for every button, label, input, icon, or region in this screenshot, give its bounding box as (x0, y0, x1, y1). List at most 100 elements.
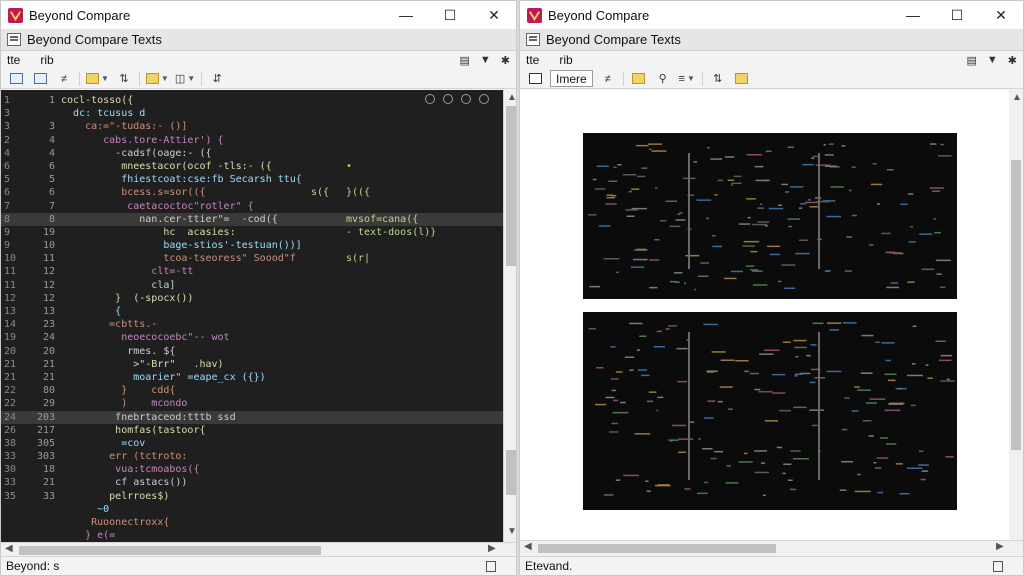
close-icon[interactable]: ✕ (472, 1, 516, 29)
merge-icon[interactable]: ⇵ (208, 71, 226, 87)
thumbnail-mark (726, 465, 731, 467)
code-line[interactable]: 21 21 >"-Brr" .hav) (1, 358, 503, 371)
line-number-left: 14 (4, 319, 17, 331)
chevron-down-icon[interactable]: ▼ (987, 54, 998, 67)
code-line[interactable]: 8 8 nan.cer-ttier"= -cod({ (1, 212, 503, 226)
code-line[interactable]: 3 dc: tcusus d (1, 107, 503, 120)
pin-icon[interactable]: ✱ (501, 54, 510, 67)
code-line[interactable]: 3 3 ca:="-tudas:- ()] (1, 120, 503, 133)
open-folder-icon[interactable] (733, 71, 751, 87)
code-line[interactable]: 2 4 cabs.tore-Attier') { (1, 134, 503, 147)
line-number-right: 8 (48, 213, 55, 225)
code-line[interactable]: ~0 (1, 503, 503, 516)
thumbnail-mark (763, 494, 766, 496)
compare-icon[interactable]: ≠ (599, 71, 617, 87)
search-icon[interactable]: ⚲ (654, 71, 672, 87)
folder-icon[interactable]: ▼ (86, 71, 109, 87)
code-line[interactable]: 14 23 =cbtts.- (1, 318, 503, 331)
code-line[interactable]: 11 12 clt=-tt (1, 265, 503, 278)
vertical-scrollbar[interactable]: ▲ ▼ (503, 90, 516, 542)
picture-viewer[interactable] (520, 90, 1009, 540)
code-line[interactable]: 5 5 fhiestcoat:cse:fb Secarsh ttu{ (1, 173, 503, 186)
folder-icon[interactable] (630, 71, 648, 87)
minimize-icon[interactable]: — (384, 1, 428, 29)
code-line[interactable]: 33 303 err (tctroto: (1, 450, 503, 463)
horizontal-scrollbar[interactable]: ◀ ▶ (520, 540, 1023, 555)
thumbnail-mark (589, 285, 600, 288)
pin-icon[interactable]: ✱ (1008, 54, 1017, 67)
link-icon[interactable] (425, 94, 435, 104)
maximize-icon[interactable]: ☐ (935, 1, 979, 29)
code-line[interactable]: } e(= (1, 529, 503, 542)
compare-icon[interactable]: ≠ (55, 71, 73, 87)
menu-item-edit[interactable]: rib (559, 53, 572, 67)
refresh-icon[interactable] (443, 94, 453, 104)
code-editor[interactable]: 1 1 cocl-tosso({3 dc: tcusus d33 ca:="-tud… (1, 90, 503, 542)
code-line[interactable]: 22 29 ) mcondo (1, 397, 503, 410)
thumbnail-mark (725, 482, 739, 484)
scroll-down-icon[interactable]: ▼ (507, 526, 516, 537)
code-line[interactable]: 10 11 tcoa-tseoress" Soood"f (1, 252, 503, 265)
scroll-left-icon[interactable]: ◀ (524, 541, 532, 552)
code-line[interactable]: 6 6 mneestacor(ocof -tls:- ({ (1, 160, 503, 173)
code-line[interactable]: 24 203 fnebrtaceod:tttb ssd (1, 410, 503, 424)
maximize-icon[interactable]: ☐ (428, 1, 472, 29)
scroll-right-icon[interactable]: ▶ (488, 543, 496, 554)
scrollbar-thumb[interactable] (506, 450, 516, 495)
align-icon[interactable]: ≡ ▼ (678, 71, 696, 87)
code-line[interactable]: 13 13 { (1, 305, 503, 318)
thumbnail-mark (811, 157, 815, 159)
list-icon[interactable]: ▤ (966, 54, 976, 67)
code-line[interactable]: 6 6 bcess.s=sor(({ (1, 186, 503, 199)
gear-icon[interactable] (461, 94, 471, 104)
home-icon[interactable] (7, 71, 25, 87)
code-line[interactable]: 12 12 } (-spocx()) (1, 292, 503, 305)
thumbnail-mark (613, 399, 619, 402)
chevron-down-icon[interactable]: ▼ (480, 54, 491, 67)
scroll-left-icon[interactable]: ◀ (5, 543, 13, 554)
code-line[interactable]: 20 20 rmes. ${ (1, 345, 503, 358)
scrollbar-thumb[interactable] (1011, 160, 1021, 450)
code-line[interactable]: 19 24 neoecocoebc"-- wot (1, 331, 503, 344)
scrollbar-thumb[interactable] (19, 546, 321, 555)
close-icon[interactable]: ✕ (979, 1, 1023, 29)
thumbnail-mark (752, 270, 763, 272)
scrollbar-thumb[interactable] (506, 106, 516, 266)
thumbnail-mark (877, 491, 884, 494)
scroll-up-icon[interactable]: ▲ (1012, 92, 1022, 103)
code-line[interactable]: 26 217 homfas(tastoor{ (1, 424, 503, 437)
minimize-icon[interactable]: — (891, 1, 935, 29)
code-line[interactable]: 11 12 cla] (1, 279, 503, 292)
sessions-icon[interactable] (31, 71, 49, 87)
code-line[interactable]: 33 21 cf astacs()) (1, 476, 503, 489)
menu-item-edit[interactable]: rib (40, 53, 53, 67)
menu-item-file[interactable]: tte (526, 53, 539, 67)
code-line[interactable]: 22 80 } cdd{ (1, 384, 503, 397)
session-tab[interactable]: Beyond Compare Texts (7, 32, 162, 47)
scroll-right-icon[interactable]: ▶ (996, 541, 1004, 552)
line-number-left (1, 516, 27, 529)
title-bar: Beyond Compare — ☐ ✕ (520, 1, 1023, 29)
swap-icon[interactable]: ⇅ (709, 71, 727, 87)
code-line[interactable]: Ruoonectroxx{ (1, 516, 503, 529)
list-icon[interactable]: ▤ (459, 54, 469, 67)
code-line[interactable]: 21 21 moarier" =eape_cx ({}) (1, 371, 503, 384)
scrollbar-thumb[interactable] (538, 544, 776, 553)
code-line[interactable]: 4 4 -cadsf(oage:- ({ (1, 147, 503, 160)
menu-item-file[interactable]: tte (7, 53, 20, 67)
scroll-up-icon[interactable]: ▲ (507, 92, 516, 103)
code-line[interactable]: 30 18 vua:tcmoabos({ (1, 463, 503, 476)
horizontal-scrollbar[interactable]: ◀ ▶ (1, 542, 516, 557)
swap-icon[interactable]: ⇅ (115, 71, 133, 87)
settings-icon[interactable] (479, 94, 489, 104)
copy-icon[interactable]: ◫ ▼ (175, 71, 195, 87)
code-line[interactable]: 7 7 caetacoctoc"rotler" { (1, 200, 503, 213)
view-mode-label[interactable]: Imere (550, 70, 593, 87)
view-icon[interactable] (526, 71, 544, 87)
code-line[interactable]: 9 10 bage-stios'-testuan())] (1, 239, 503, 252)
vertical-scrollbar[interactable]: ▲ (1009, 90, 1023, 540)
code-line[interactable]: 38 305 =cov (1, 437, 503, 450)
open-folder-icon[interactable]: ▼ (145, 71, 169, 87)
session-tab[interactable]: Beyond Compare Texts (526, 32, 681, 47)
code-line[interactable]: 35 33 pelrroes$) (1, 490, 503, 503)
